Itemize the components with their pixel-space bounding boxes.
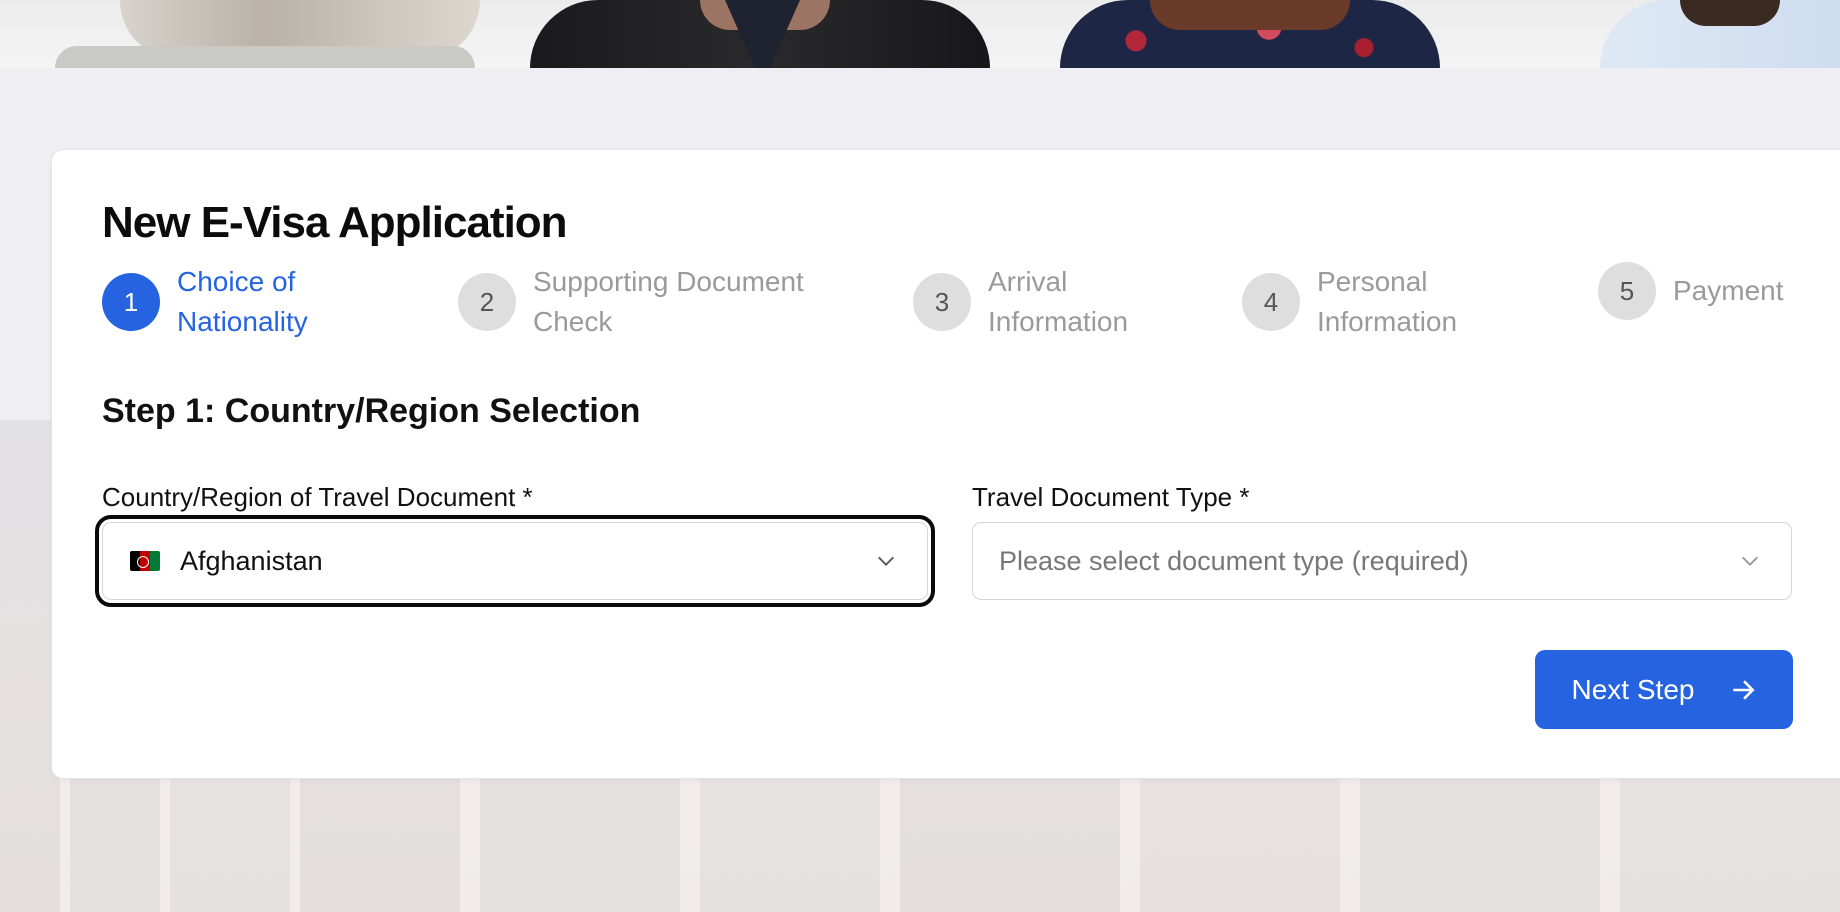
country-select[interactable]: Afghanistan — [95, 515, 935, 607]
step-payment[interactable]: 5 Payment — [1598, 262, 1784, 320]
section-title: Step 1: Country/Region Selection — [102, 392, 641, 430]
step-arrival-information[interactable]: 3 Arrival Information — [913, 262, 1158, 342]
step-number-badge: 1 — [102, 273, 160, 331]
step-number-badge: 4 — [1242, 273, 1300, 331]
country-select-value: Afghanistan — [180, 545, 323, 576]
person-1-shirt — [55, 46, 475, 68]
step-label: Choice of Nationality — [177, 266, 308, 337]
person-3-hair — [1150, 0, 1350, 30]
country-field-label: Country/Region of Travel Document * — [102, 482, 533, 512]
afghanistan-flag-icon — [130, 551, 160, 571]
hero-banner-image — [0, 0, 1840, 68]
step-choice-of-nationality[interactable]: 1 Choice of Nationality — [102, 262, 362, 342]
step-number-badge: 2 — [458, 273, 516, 331]
application-card: New E-Visa Application 1 Choice of Natio… — [51, 149, 1840, 779]
page-title: New E-Visa Application — [102, 198, 568, 247]
step-indicator: 1 Choice of Nationality 2 Supporting Doc… — [102, 262, 1802, 337]
step-label: Payment — [1673, 275, 1784, 306]
person-4-neck — [1680, 0, 1780, 26]
step-label: Supporting Document Check — [533, 266, 804, 337]
chevron-down-icon — [1742, 556, 1758, 566]
step-supporting-document-check[interactable]: 2 Supporting Document Check — [458, 262, 823, 342]
step-number-badge: 3 — [913, 273, 971, 331]
next-step-button[interactable]: Next Step — [1535, 650, 1793, 729]
next-step-label: Next Step — [1571, 673, 1695, 705]
document-type-placeholder: Please select document type (required) — [999, 545, 1469, 576]
document-type-field-label: Travel Document Type * — [972, 482, 1250, 512]
step-personal-information[interactable]: 4 Personal Information — [1242, 262, 1517, 342]
document-type-select[interactable]: Please select document type (required) — [972, 522, 1792, 600]
step-label: Personal Information — [1317, 266, 1458, 337]
chevron-down-icon — [878, 556, 894, 566]
step-label: Arrival Information — [988, 266, 1129, 337]
arrow-right-icon — [1733, 679, 1756, 700]
step-number-badge: 5 — [1598, 262, 1656, 320]
